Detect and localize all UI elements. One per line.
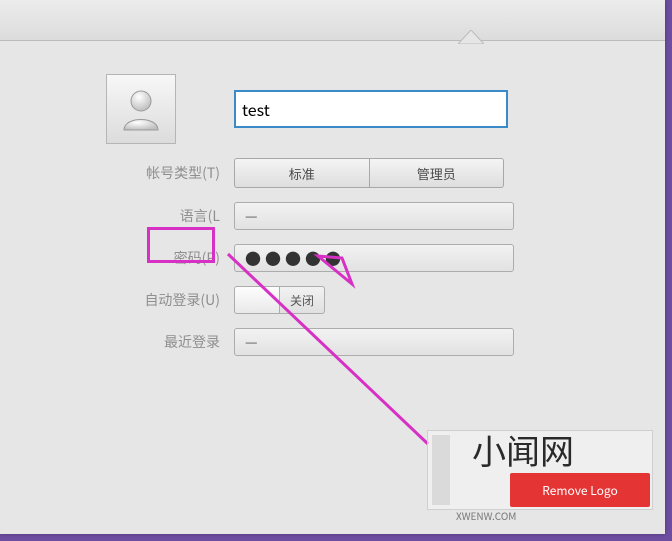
lastlogin-value: — (234, 328, 514, 356)
watermark: 小闻网 Remove Logo XWENW.COM (427, 430, 653, 510)
autologin-label: 自动登录(U) (60, 290, 234, 310)
settings-window: 帐号类型(T) 标准 管理员 语言(L — 密码(P) ●●●●● 自动登录(U… (0, 0, 665, 534)
language-selector[interactable]: — (234, 202, 514, 230)
lastlogin-label: 最近登录 (60, 332, 234, 352)
remove-logo-button[interactable]: Remove Logo (510, 473, 650, 507)
account-type-standard[interactable]: 标准 (234, 158, 369, 188)
autologin-switch[interactable]: 关闭 (234, 286, 504, 314)
watermark-title: 小闻网 (472, 425, 574, 474)
watermark-bar (432, 435, 450, 505)
switch-track[interactable] (234, 286, 280, 314)
avatar[interactable] (106, 74, 176, 144)
annotation-highlight (147, 227, 215, 263)
password-field[interactable]: ●●●●● (234, 244, 514, 272)
window-titlebar (0, 0, 665, 41)
display-name-input[interactable] (234, 90, 508, 128)
switch-state: 关闭 (280, 286, 325, 314)
account-type-admin[interactable]: 管理员 (369, 158, 505, 188)
account-type-label: 帐号类型(T) (60, 163, 234, 183)
account-type-toggle[interactable]: 标准 管理员 (234, 158, 504, 188)
breadcrumb-pointer (458, 30, 484, 44)
watermark-footer: XWENW.COM (456, 508, 516, 523)
language-label: 语言(L (60, 206, 234, 226)
